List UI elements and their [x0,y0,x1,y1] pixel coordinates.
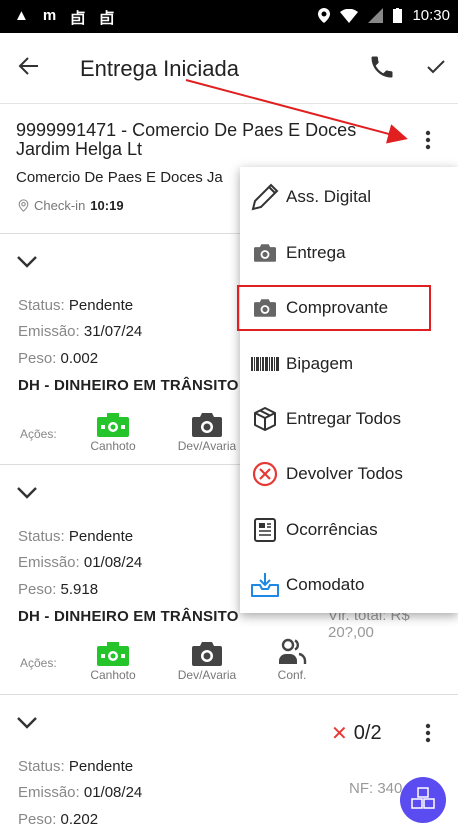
annotation-arrow [185,79,408,144]
